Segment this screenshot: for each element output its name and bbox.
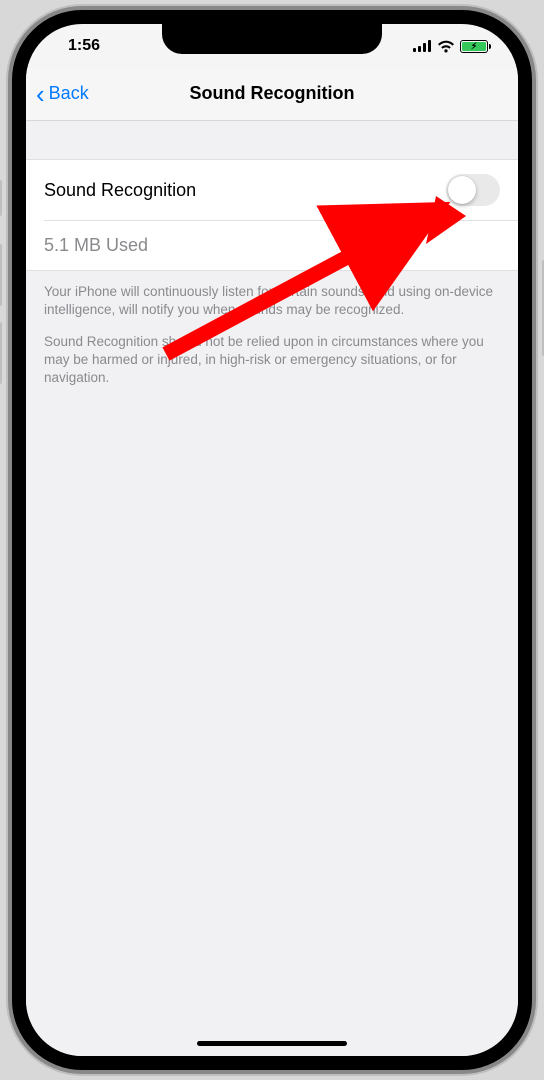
phone-frame: 1:56 ⚡︎ ‹ Back Sound Recognition Sound R…: [12, 10, 532, 1070]
sound-recognition-toggle[interactable]: [446, 174, 500, 206]
footer-paragraph-1: Your iPhone will continuously listen for…: [44, 283, 500, 319]
navigation-bar: ‹ Back Sound Recognition: [26, 68, 518, 120]
cellular-signal-icon: [413, 40, 432, 52]
footer-description: Your iPhone will continuously listen for…: [26, 271, 518, 388]
back-label: Back: [49, 83, 89, 104]
back-button[interactable]: ‹ Back: [26, 81, 89, 107]
content-area: Sound Recognition 5.1 MB Used Your iPhon…: [26, 121, 518, 1057]
volume-up-button: [0, 244, 2, 306]
device-notch: [162, 24, 382, 54]
toggle-knob: [448, 176, 476, 204]
mute-switch: [0, 180, 2, 216]
page-title: Sound Recognition: [190, 83, 355, 104]
volume-down-button: [0, 322, 2, 384]
battery-charging-icon: ⚡︎: [471, 42, 477, 51]
battery-icon: ⚡︎: [460, 40, 488, 53]
storage-used-label: 5.1 MB Used: [44, 235, 148, 256]
home-indicator[interactable]: [197, 1041, 347, 1046]
wifi-icon: [437, 40, 455, 53]
sound-recognition-label: Sound Recognition: [44, 180, 196, 201]
status-time: 1:56: [56, 37, 100, 55]
storage-used-row: 5.1 MB Used: [26, 221, 518, 271]
sound-recognition-row[interactable]: Sound Recognition: [26, 159, 518, 220]
footer-paragraph-2: Sound Recognition should not be relied u…: [44, 333, 500, 388]
chevron-left-icon: ‹: [36, 81, 45, 107]
